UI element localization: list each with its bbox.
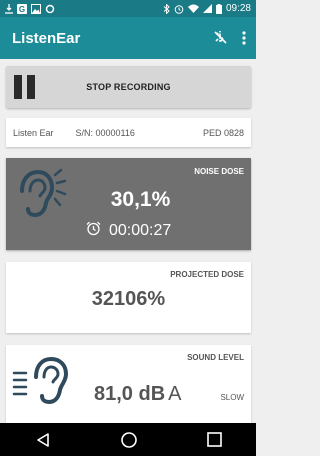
noise-dose-timer-value: 00:00:27: [109, 222, 172, 239]
device-info-row: Listen Ear S/N: 00000116 PED 0828: [6, 118, 251, 147]
device-name: Listen Ear: [13, 127, 54, 138]
stop-recording-label: STOP RECORDING: [86, 82, 171, 92]
battery-icon: [215, 3, 222, 14]
ear-sound-icon: [12, 353, 72, 411]
sound-level-value: 81,0 dB A: [94, 383, 182, 406]
google-icon: G: [17, 3, 27, 14]
ring-icon: [45, 4, 55, 14]
status-system: 09:28: [163, 3, 251, 14]
wifi-icon: [187, 4, 199, 13]
notification-icon: [5, 3, 13, 14]
bluetooth-disabled-icon[interactable]: [210, 28, 230, 48]
app-bar: ListenEar: [0, 17, 256, 59]
status-time: 09:28: [225, 3, 251, 14]
status-notifications: G: [5, 3, 55, 14]
pause-icon: [14, 75, 36, 99]
app-title: ListenEar: [12, 29, 81, 47]
back-icon[interactable]: [35, 432, 51, 448]
more-vert-icon[interactable]: [242, 31, 246, 45]
sound-level-card: SOUND LEVEL 81,0 dB A SLOW: [6, 345, 251, 425]
sound-level-number: 81,0 dB: [94, 383, 166, 405]
sound-level-label: SOUND LEVEL: [187, 353, 244, 362]
noise-dose-label: NOISE DOSE: [194, 167, 244, 176]
device-serial: S/N: 00000116: [75, 127, 135, 138]
bluetooth-icon: [163, 3, 170, 14]
projected-dose-card: PROJECTED DOSE 32106%: [6, 262, 251, 333]
alarm-clock-icon: [86, 221, 101, 241]
noise-dose-card: NOISE DOSE 30,1% 00:00:27: [6, 158, 251, 250]
app-actions: [210, 28, 246, 48]
stop-recording-button[interactable]: STOP RECORDING: [6, 66, 251, 108]
projected-dose-value: 32106%: [91, 288, 166, 310]
recents-icon[interactable]: [206, 432, 222, 447]
sound-level-weighting: A: [168, 383, 182, 405]
sound-level-mode: SLOW: [220, 393, 244, 402]
noise-dose-timer: 00:00:27: [86, 221, 171, 241]
status-bar: G 09:28: [0, 0, 256, 17]
svg-text:G: G: [19, 5, 25, 14]
device-ped: PED 0828: [202, 127, 244, 138]
navigation-bar: [0, 423, 256, 456]
home-icon[interactable]: [120, 431, 138, 449]
alarm-icon: [174, 4, 184, 14]
image-icon: [31, 3, 41, 14]
projected-dose-label: PROJECTED DOSE: [170, 270, 244, 279]
signal-icon: [202, 4, 212, 13]
noise-dose-value: 30,1%: [110, 188, 171, 211]
